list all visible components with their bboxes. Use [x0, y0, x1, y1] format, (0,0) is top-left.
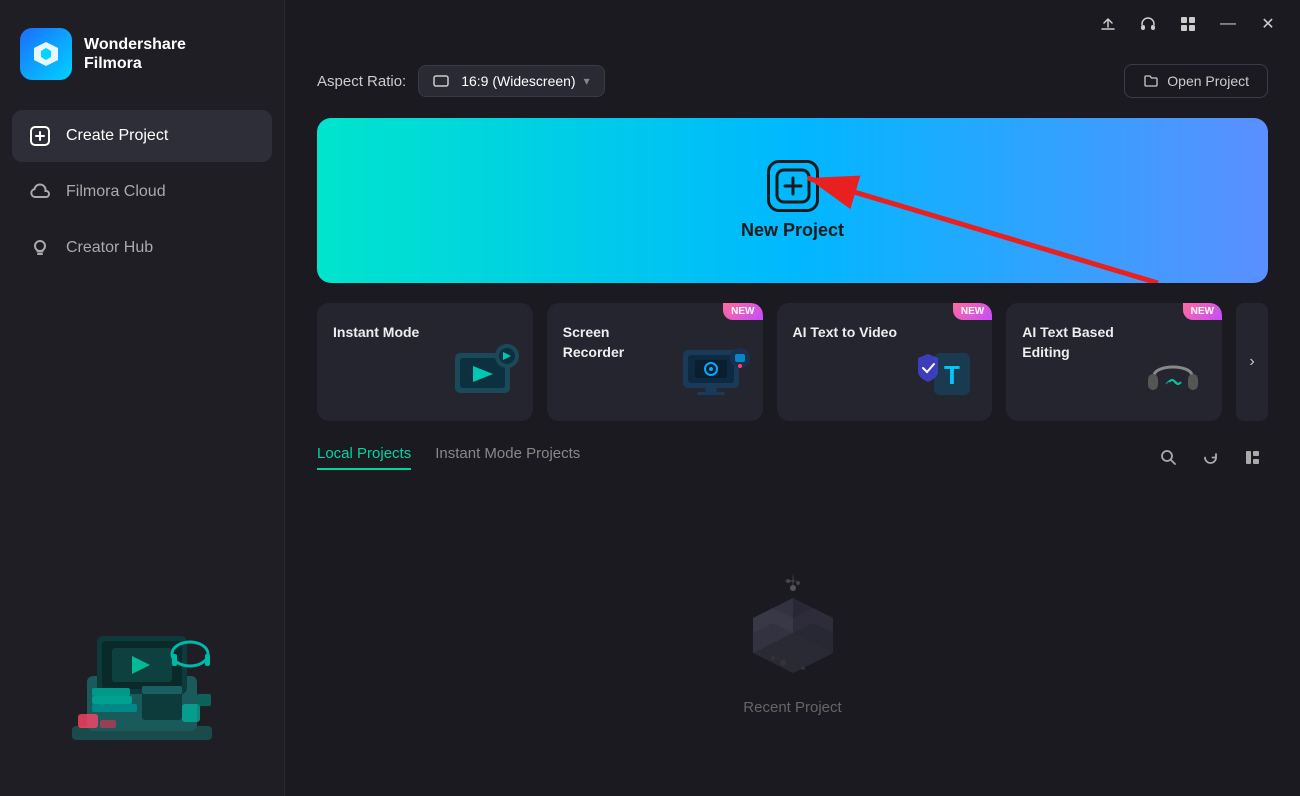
card-label-ai-text-to-video: AI Text to Video	[793, 323, 903, 343]
feature-card-ai-text-based-editing[interactable]: NEW AI Text Based Editing	[1006, 303, 1222, 421]
main-content: — ✕ Aspect Ratio: 16:9 (Widescreen) ▾ Op	[285, 0, 1300, 796]
sidebar-item-label-filmora-cloud: Filmora Cloud	[66, 183, 166, 201]
card-label-ai-text-based-editing: AI Text Based Editing	[1022, 323, 1132, 362]
instant-mode-icon	[445, 338, 525, 413]
aspect-bar: Aspect Ratio: 16:9 (Widescreen) ▾ Open P…	[317, 64, 1268, 98]
svg-text:T: T	[944, 360, 960, 390]
screen-recorder-icon	[675, 338, 755, 413]
aspect-ratio-dropdown[interactable]: 16:9 (Widescreen) ▾	[418, 65, 604, 97]
search-button[interactable]	[1152, 441, 1184, 473]
logo-icon	[20, 28, 72, 80]
card-label-screen-recorder: Screen Recorder	[563, 323, 673, 362]
bulb-icon	[28, 236, 52, 260]
tab-local-projects[interactable]: Local Projects	[317, 445, 411, 470]
feature-cards: Instant Mode NEW Screen Recorder	[317, 303, 1268, 421]
tab-instant-mode-projects[interactable]: Instant Mode Projects	[435, 445, 580, 470]
new-badge-screen-recorder: NEW	[723, 303, 762, 320]
chevron-down-icon: ▾	[584, 74, 590, 88]
sidebar-nav: Create Project Filmora Cloud Creator Hub	[0, 110, 284, 274]
empty-box-illustration	[728, 553, 858, 683]
sidebar-item-label-create-project: Create Project	[66, 127, 168, 145]
card-label-instant-mode: Instant Mode	[333, 323, 443, 343]
app-logo: Wondershare Filmora	[0, 0, 284, 110]
headphones-button[interactable]	[1132, 8, 1164, 40]
app-name: Wondershare	[84, 35, 186, 54]
tab-actions	[1152, 441, 1268, 473]
sidebar: Wondershare Filmora Create Project Filmo…	[0, 0, 285, 796]
tabs: Local Projects Instant Mode Projects	[317, 445, 580, 470]
sidebar-item-create-project[interactable]: Create Project	[12, 110, 272, 162]
grid-view-button[interactable]	[1236, 441, 1268, 473]
empty-state: Recent Project	[317, 493, 1268, 776]
tab-instant-mode-projects-label: Instant Mode Projects	[435, 445, 580, 462]
refresh-button[interactable]	[1194, 441, 1226, 473]
open-project-label: Open Project	[1167, 73, 1249, 89]
empty-state-label: Recent Project	[743, 699, 841, 716]
cloud-icon	[28, 180, 52, 204]
sidebar-item-creator-hub[interactable]: Creator Hub	[12, 222, 272, 274]
feature-card-instant-mode[interactable]: Instant Mode	[317, 303, 533, 421]
close-button[interactable]: ✕	[1252, 8, 1284, 40]
minimize-button[interactable]: —	[1212, 8, 1244, 40]
tabs-bar: Local Projects Instant Mode Projects	[317, 441, 1268, 473]
feature-card-screen-recorder[interactable]: NEW Screen Recorder	[547, 303, 763, 421]
aspect-ratio-label: Aspect Ratio:	[317, 73, 406, 90]
logo-text: Wondershare Filmora	[84, 35, 186, 73]
new-badge-ai-text-based-editing: NEW	[1183, 303, 1222, 320]
ai-text-to-video-icon: T	[904, 338, 984, 413]
feature-card-ai-text-to-video[interactable]: NEW AI Text to Video T	[777, 303, 993, 421]
ai-text-based-editing-icon	[1134, 338, 1214, 413]
content-area: Aspect Ratio: 16:9 (Widescreen) ▾ Open P…	[285, 48, 1300, 796]
sidebar-item-label-creator-hub: Creator Hub	[66, 239, 153, 257]
new-project-banner[interactable]: New Project	[317, 118, 1268, 283]
plus-square-icon	[28, 124, 52, 148]
scroll-next-button[interactable]: ›	[1236, 303, 1268, 421]
sidebar-illustration	[0, 566, 284, 796]
upload-button[interactable]	[1092, 8, 1124, 40]
sidebar-item-filmora-cloud[interactable]: Filmora Cloud	[12, 166, 272, 218]
tab-local-projects-label: Local Projects	[317, 445, 411, 462]
app-subtitle: Filmora	[84, 54, 186, 73]
grid-layout-button[interactable]	[1172, 8, 1204, 40]
open-project-button[interactable]: Open Project	[1124, 64, 1268, 98]
new-project-label: New Project	[741, 220, 844, 241]
new-badge-ai-text-to-video: NEW	[953, 303, 992, 320]
new-project-icon	[767, 160, 819, 212]
title-bar: — ✕	[285, 0, 1300, 48]
aspect-ratio-value: 16:9 (Widescreen)	[461, 73, 575, 89]
